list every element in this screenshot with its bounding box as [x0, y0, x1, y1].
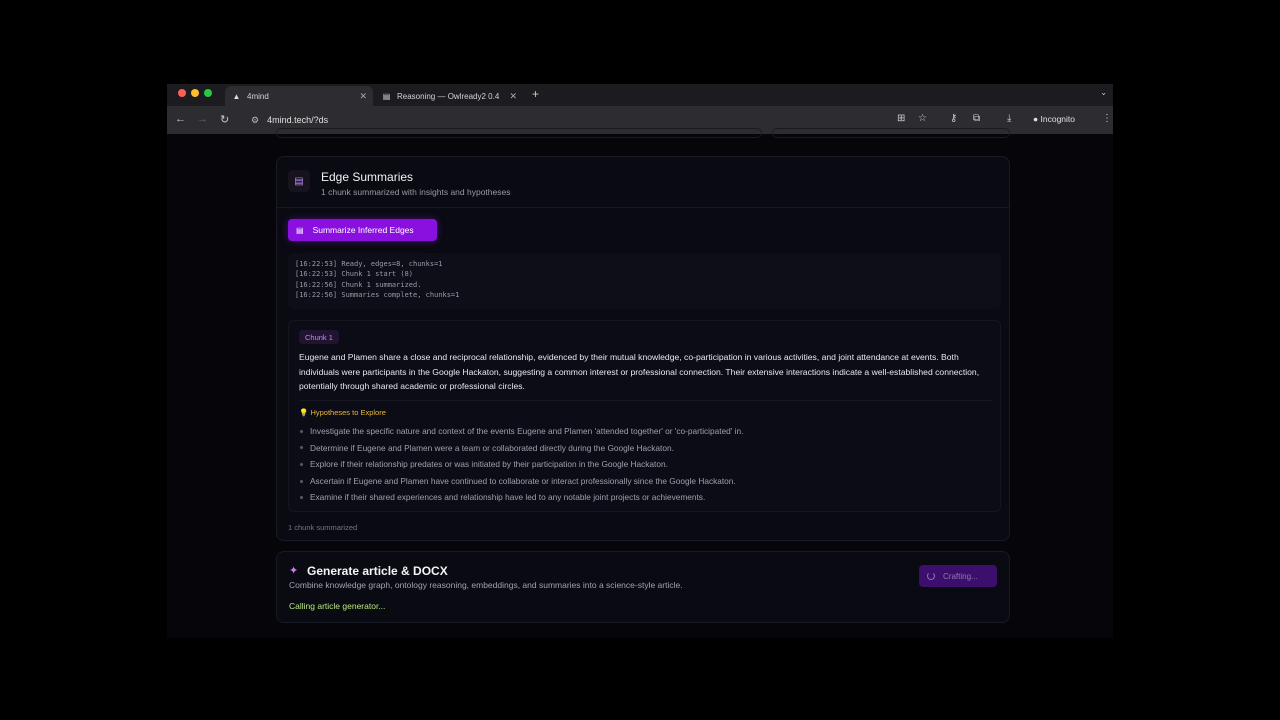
document-icon: ▤ [288, 170, 310, 192]
tab-4mind[interactable]: ▲ 4mind ✕ [225, 86, 373, 106]
log-console: [16:22:53] Ready, edges=8, chunks=1 [16:… [288, 253, 1001, 309]
edge-summaries-card: ▤ Edge Summaries 1 chunk summarized with… [276, 156, 1010, 541]
spinner-icon [927, 572, 935, 580]
list-item: Determine if Eugene and Plamen were a te… [299, 440, 743, 457]
log-line: [16:22:56] Summaries complete, chunks=1 [295, 290, 460, 299]
close-tab-icon[interactable]: ✕ [509, 91, 517, 102]
maximize-window-button[interactable] [204, 89, 212, 97]
reload-icon[interactable]: ↻ [220, 113, 229, 126]
sparkles-icon: ✦ [289, 565, 299, 577]
tab-reasoning[interactable]: ▤ Reasoning — Owlready2 0.4 ✕ [375, 86, 523, 106]
star-icon[interactable]: ☆ [918, 113, 927, 124]
chevron-down-icon[interactable]: ⌄ [1100, 88, 1107, 97]
incognito-icon: ● [1033, 114, 1039, 124]
section-subtitle: 1 chunk summarized with insights and hyp… [321, 187, 511, 197]
tab-bar: ▲ 4mind ✕ ▤ Reasoning — Owlready2 0.4 ✕ … [167, 84, 1113, 106]
previous-card [772, 128, 1010, 138]
section-subtitle: Combine knowledge graph, ontology reason… [289, 580, 683, 590]
tab-title: 4mind [247, 91, 269, 101]
address-bar[interactable]: ⚙ 4mind.tech/?ds [241, 110, 971, 130]
section-title: Edge Summaries [321, 170, 414, 184]
extensions-icon[interactable]: ⧉ [973, 113, 980, 124]
incognito-label: Incognito [1040, 114, 1076, 124]
list-item: Explore if their relationship predates o… [299, 456, 743, 473]
incognito-indicator[interactable]: ● Incognito [1033, 114, 1075, 124]
hypotheses-list: Investigate the specific nature and cont… [299, 423, 743, 506]
status-text: Calling article generator... [289, 601, 386, 611]
url-text: 4mind.tech/?ds [267, 115, 329, 125]
download-icon[interactable]: ⤓ [1007, 113, 1011, 124]
log-line: [16:22:53] Ready, edges=8, chunks=1 [295, 260, 443, 268]
tab-title: Reasoning — Owlready2 0.4 [397, 91, 500, 101]
list-item: Investigate the specific nature and cont… [299, 423, 743, 440]
list-item: Examine if their shared experiences and … [299, 489, 743, 506]
divider [277, 207, 1009, 208]
log-line: [16:22:56] Chunk 1 summarized. [295, 280, 422, 289]
close-tab-icon[interactable]: ✕ [359, 91, 367, 102]
previous-card [276, 128, 762, 138]
section-title: Generate article & DOCX [307, 564, 448, 578]
log-line: [16:22:53] Chunk 1 start (8) [295, 270, 414, 279]
menu-icon[interactable]: ⋮ [1102, 113, 1112, 124]
page-content: ▤ Edge Summaries 1 chunk summarized with… [167, 128, 1113, 638]
summary-count: 1 chunk summarized [288, 523, 358, 532]
browser-window: ▲ 4mind ✕ ▤ Reasoning — Owlready2 0.4 ✕ … [167, 84, 1113, 638]
document-icon: ▤ [296, 225, 304, 235]
button-label: Summarize Inferred Edges [312, 225, 414, 235]
translate-icon[interactable]: ⊞ [897, 113, 905, 124]
generate-article-card: ✦ Generate article & DOCX Combine knowle… [276, 551, 1010, 623]
hypotheses-heading: 💡 Hypotheses to Explore [299, 408, 386, 417]
chunk-badge: Chunk 1 [299, 330, 339, 344]
divider [299, 400, 992, 401]
summarize-inferred-edges-button[interactable]: ▤ Summarize Inferred Edges [288, 219, 437, 241]
chunk-card: Chunk 1 Eugene and Plamen share a close … [288, 320, 1001, 512]
chunk-summary: Eugene and Plamen share a close and reci… [299, 352, 980, 391]
forward-icon[interactable]: → [197, 113, 208, 125]
crafting-button[interactable]: Crafting... [919, 565, 997, 587]
list-item: Ascertain if Eugene and Plamen have cont… [299, 473, 743, 490]
new-tab-icon[interactable]: + [532, 87, 539, 101]
back-icon[interactable]: ← [175, 113, 186, 125]
button-label: Crafting... [943, 571, 978, 581]
lightbulb-icon: 💡 [299, 408, 309, 417]
document-icon: ▤ [382, 91, 391, 101]
minimize-window-button[interactable] [191, 89, 199, 97]
site-settings-icon[interactable]: ⚙ [251, 115, 259, 126]
close-window-button[interactable] [178, 89, 186, 97]
key-icon[interactable]: ⚷ [950, 113, 957, 124]
triangle-logo-icon: ▲ [232, 91, 241, 101]
